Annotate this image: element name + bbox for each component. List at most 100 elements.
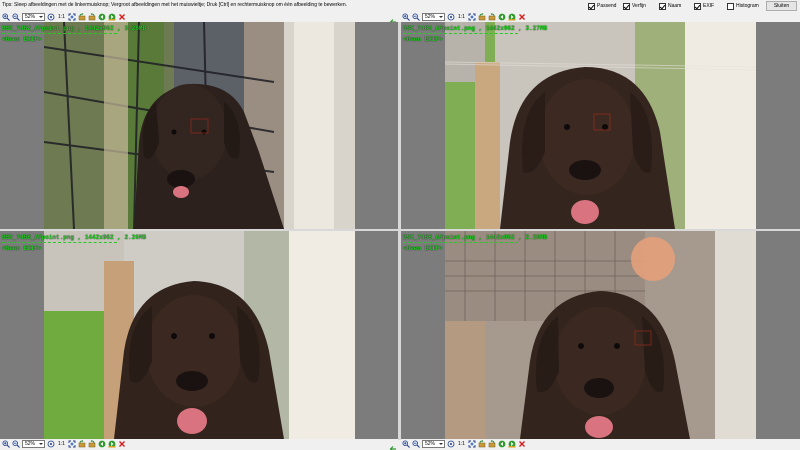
compare-window: Tips: Sleep afbeeldingen met de linkermu… [0,0,800,450]
rotate-right-icon[interactable] [88,440,96,448]
zoom-in-icon[interactable] [2,440,10,448]
dog-photo[interactable] [445,231,756,439]
zoom-out-icon[interactable] [12,440,20,448]
checkbox-box[interactable] [659,2,666,10]
image-pane-4[interactable]: DSC_7456_AFpoint.png , 1442x962 , 2.20MB… [401,231,800,439]
checkbox-label: Passend [597,3,617,9]
filesize: 2.20MB [525,234,548,241]
filesize: 3.27MB [525,25,548,32]
actual-size-icon[interactable]: 1:1 [57,14,66,20]
checkbox-box[interactable] [727,2,734,10]
close-button[interactable]: Sluiten [766,1,797,11]
exif-info: <Geen EXIF> [2,36,42,43]
fit-icon[interactable] [447,440,455,448]
fit-icon[interactable] [447,13,455,21]
prev-image-icon[interactable] [498,13,506,21]
rotate-left-icon[interactable] [78,13,86,21]
checkbox-label: Histogram [736,3,759,9]
dimensions: 1442x962 [485,25,515,32]
checkbox-box[interactable] [588,2,595,10]
checkbox-histogram[interactable]: Histogram [727,2,759,10]
prev-image-icon[interactable] [498,440,506,448]
sync-arrow-icon[interactable] [389,440,397,450]
image-pane-3[interactable]: DSC_7458_AFpoint.png , 1442x962 , 2.26MB… [0,231,398,439]
zoom-select[interactable]: 52% [422,13,445,21]
checkbox-label: Naam [668,3,682,9]
tip-text: Tips: Sleep afbeeldingen met de linkermu… [2,2,348,8]
fit-icon[interactable] [47,13,55,21]
checkbox-exif[interactable]: EXIF [694,2,714,10]
rotate-right-icon[interactable] [488,440,496,448]
fullscreen-icon[interactable] [68,440,76,448]
image-info-2: DSC_7460_AFpoint.png , 1442x962 , 3.27MB [403,25,548,32]
rotate-right-icon[interactable] [88,13,96,21]
filename: DSC_7452_AFpoint.png [2,25,75,32]
zoom-in-icon[interactable] [402,13,410,21]
filename: DSC_7460_AFpoint.png [403,25,476,32]
rotate-left-icon[interactable] [478,13,486,21]
toolbar-top-left: 52% 1:1 [2,12,126,22]
zoom-out-icon[interactable] [412,440,420,448]
next-image-icon[interactable] [108,440,116,448]
dimensions: 1442x962 [84,25,114,32]
fit-icon[interactable] [47,440,55,448]
actual-size-icon[interactable]: 1:1 [57,441,66,447]
exif-info: <Geen EXIF> [403,245,443,252]
image-info-4: DSC_7456_AFpoint.png , 1442x962 , 2.20MB [403,234,548,241]
image-pane-1[interactable]: DSC_7452_AFpoint.png , 1442x962 , 3.28MB… [0,22,398,229]
fullscreen-icon[interactable] [468,440,476,448]
prev-image-icon[interactable] [98,440,106,448]
separator [403,242,518,243]
horizontal-splitter[interactable] [0,229,800,231]
fullscreen-icon[interactable] [68,13,76,21]
checkbox-box[interactable] [623,2,630,10]
checkbox-label: Verfijn [632,3,646,9]
zoom-out-icon[interactable] [412,13,420,21]
dimensions: 1442x962 [485,234,515,241]
zoom-select[interactable]: 52% [22,13,45,21]
next-image-icon[interactable] [508,13,516,21]
close-image-icon[interactable] [118,440,126,448]
next-image-icon[interactable] [508,440,516,448]
zoom-select[interactable]: 52% [422,440,445,448]
toolbar-bottom-left: 52% 1:1 [2,439,126,449]
zoom-out-icon[interactable] [12,13,20,21]
toolbar-top-right: 52% 1:1 [402,12,526,22]
filesize: 3.28MB [124,25,147,32]
exif-info: <Geen EXIF> [2,245,42,252]
rotate-right-icon[interactable] [488,13,496,21]
actual-size-icon[interactable]: 1:1 [457,14,466,20]
zoom-in-icon[interactable] [2,13,10,21]
dog-photo[interactable] [445,22,756,229]
zoom-in-icon[interactable] [402,440,410,448]
zoom-select[interactable]: 52% [22,440,45,448]
checkbox-verfijn[interactable]: Verfijn [623,2,646,10]
filesize: 2.26MB [124,234,147,241]
prev-image-icon[interactable] [98,13,106,21]
exif-info: <Geen EXIF> [403,36,443,43]
checkbox-naam[interactable]: Naam [659,2,681,10]
close-image-icon[interactable] [518,13,526,21]
separator [2,242,117,243]
checkbox-box[interactable] [694,2,701,10]
separator [403,33,518,34]
close-image-icon[interactable] [118,13,126,21]
checkbox-label: EXIF [703,3,715,9]
fullscreen-icon[interactable] [468,13,476,21]
next-image-icon[interactable] [108,13,116,21]
close-image-icon[interactable] [518,440,526,448]
checkbox-passend[interactable]: Passend [588,2,616,10]
separator [2,33,117,34]
image-info-3: DSC_7458_AFpoint.png , 1442x962 , 2.26MB [2,234,147,241]
rotate-left-icon[interactable] [478,440,486,448]
rotate-left-icon[interactable] [78,440,86,448]
dog-photo[interactable] [44,22,355,229]
actual-size-icon[interactable]: 1:1 [457,441,466,447]
image-pane-2[interactable]: DSC_7460_AFpoint.png , 1442x962 , 3.27MB… [401,22,800,229]
vertical-splitter[interactable] [398,22,401,440]
filename: DSC_7456_AFpoint.png [403,234,476,241]
dimensions: 1442x962 [84,234,114,241]
toolbar-bottom-right: 52% 1:1 [402,439,526,449]
dog-photo[interactable] [44,231,355,439]
sync-arrow-icon[interactable] [389,13,397,25]
